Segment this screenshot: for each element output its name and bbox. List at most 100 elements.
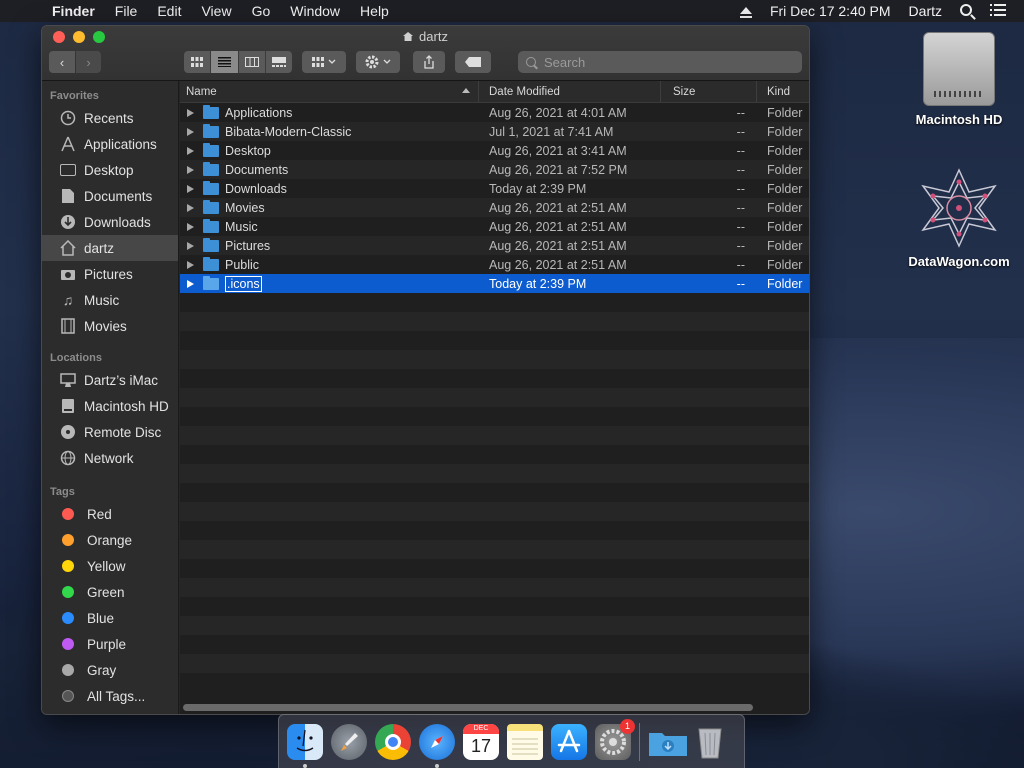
sidebar-item-downloads[interactable]: Downloads xyxy=(42,209,178,235)
back-button[interactable]: ‹ xyxy=(49,51,75,73)
table-row[interactable]: Pictures Aug 26, 2021 at 2:51 AM -- Folder xyxy=(180,236,809,255)
cell-date-modified: Aug 26, 2021 at 2:51 AM xyxy=(489,257,627,272)
sidebar-item-music[interactable]: ♫ Music xyxy=(42,287,178,313)
menu-edit[interactable]: Edit xyxy=(157,3,181,19)
dock-downloads-stack-icon[interactable] xyxy=(648,724,687,760)
running-indicator xyxy=(303,763,307,768)
dock-trash-icon[interactable] xyxy=(692,724,728,760)
menu-file[interactable]: File xyxy=(115,3,138,19)
share-button[interactable] xyxy=(413,51,445,73)
table-row[interactable]: Desktop Aug 26, 2021 at 3:41 AM -- Folder xyxy=(180,141,809,160)
tag-color-dot-icon xyxy=(62,638,74,650)
disclosure-triangle-icon[interactable] xyxy=(187,203,194,212)
disclosure-triangle-icon[interactable] xyxy=(187,108,194,117)
column-header-size[interactable]: Size xyxy=(661,81,757,102)
sidebar-item-applications[interactable]: Applications xyxy=(42,131,178,157)
sidebar-tag-yellow[interactable]: Yellow xyxy=(42,553,178,579)
disclosure-triangle-icon[interactable] xyxy=(187,127,194,136)
column-header-kind[interactable]: Kind xyxy=(757,81,809,102)
table-row[interactable]: Music Aug 26, 2021 at 2:51 AM -- Folder xyxy=(180,217,809,236)
list-icon xyxy=(217,57,231,67)
menu-clock[interactable]: Fri Dec 17 2:40 PM xyxy=(770,3,891,19)
empty-row xyxy=(180,388,809,407)
sidebar-item-imac[interactable]: Dartz’s iMac xyxy=(42,367,178,393)
disclosure-triangle-icon[interactable] xyxy=(187,222,194,231)
dock-finder-icon[interactable] xyxy=(287,723,323,768)
dock-calendar-icon[interactable]: DEC 17 xyxy=(463,723,499,760)
sidebar-item-pictures[interactable]: Pictures xyxy=(42,261,178,287)
gallery-view-button[interactable] xyxy=(266,51,292,73)
sidebar-tag-blue[interactable]: Blue xyxy=(42,605,178,631)
group-by-button[interactable] xyxy=(302,51,346,73)
column-header-name[interactable]: Name xyxy=(180,81,479,102)
sidebar-item-desktop[interactable]: Desktop xyxy=(42,157,178,183)
cell-kind: Folder xyxy=(767,238,803,253)
disclosure-triangle-icon[interactable] xyxy=(187,260,194,269)
cell-name: Public xyxy=(180,256,479,272)
folder-icon xyxy=(203,275,219,290)
menu-help[interactable]: Help xyxy=(360,3,389,19)
table-row[interactable]: Downloads Today at 2:39 PM -- Folder xyxy=(180,179,809,198)
sidebar-item-dartz[interactable]: dartz xyxy=(42,235,178,261)
search-input[interactable] xyxy=(544,54,784,70)
folder-icon xyxy=(203,104,219,119)
sidebar-tag-alltags[interactable]: All Tags... xyxy=(42,683,178,709)
desktop-icon xyxy=(59,162,77,178)
control-center-icon[interactable] xyxy=(990,3,1006,19)
dock-system-preferences-icon[interactable]: 1 xyxy=(595,718,635,760)
tag-button[interactable] xyxy=(455,51,491,73)
column-header-date[interactable]: Date Modified xyxy=(479,81,661,102)
sidebar-item-recents[interactable]: Recents xyxy=(42,105,178,131)
horizontal-scrollbar[interactable] xyxy=(183,704,753,711)
table-row[interactable]: Documents Aug 26, 2021 at 7:52 PM -- Folder xyxy=(180,160,809,179)
sidebar-item-label: Documents xyxy=(84,188,153,204)
spotlight-icon[interactable] xyxy=(960,3,972,19)
sidebar-item-network[interactable]: Network xyxy=(42,445,178,471)
table-row[interactable]: .icons Today at 2:39 PM -- Folder xyxy=(180,274,809,293)
table-row[interactable]: Movies Aug 26, 2021 at 2:51 AM -- Folder xyxy=(180,198,809,217)
film-icon xyxy=(59,318,77,334)
search-field[interactable] xyxy=(518,51,802,73)
menu-go[interactable]: Go xyxy=(252,3,271,19)
disclosure-triangle-icon[interactable] xyxy=(187,184,194,193)
desktop-icon-datawagon[interactable]: DataWagon.com xyxy=(904,168,1014,269)
sidebar-item-remote-disc[interactable]: Remote Disc xyxy=(42,419,178,445)
list-view-button[interactable] xyxy=(211,51,239,73)
desktop-icon-macintosh-hd[interactable]: Macintosh HD xyxy=(904,32,1014,127)
cell-size: -- xyxy=(736,162,745,177)
sidebar-item-macintosh-hd[interactable]: Macintosh HD xyxy=(42,393,178,419)
sidebar-item-movies[interactable]: Movies xyxy=(42,313,178,339)
dock-launchpad-icon[interactable] xyxy=(331,723,367,760)
disclosure-triangle-icon[interactable] xyxy=(187,279,194,288)
sidebar-item-documents[interactable]: Documents xyxy=(42,183,178,209)
sidebar-tag-orange[interactable]: Orange xyxy=(42,527,178,553)
disclosure-triangle-icon[interactable] xyxy=(187,241,194,250)
cell-date-modified: Aug 26, 2021 at 7:52 PM xyxy=(489,162,628,177)
table-row[interactable]: Public Aug 26, 2021 at 2:51 AM -- Folder xyxy=(180,255,809,274)
rename-field[interactable]: .icons xyxy=(225,275,262,292)
dock-safari-icon[interactable] xyxy=(419,723,455,768)
disclosure-triangle-icon[interactable] xyxy=(187,165,194,174)
dock-notes-icon[interactable] xyxy=(507,723,543,760)
sidebar-item-label: Recents xyxy=(84,110,134,126)
forward-button[interactable]: › xyxy=(76,51,101,73)
column-view-button[interactable] xyxy=(239,51,266,73)
sidebar-tag-gray[interactable]: Gray xyxy=(42,657,178,683)
sidebar-item-label: Downloads xyxy=(84,214,151,230)
sidebar-tag-green[interactable]: Green xyxy=(42,579,178,605)
menu-window[interactable]: Window xyxy=(290,3,340,19)
table-row[interactable]: Applications Aug 26, 2021 at 4:01 AM -- Fol… xyxy=(180,103,809,122)
sidebar-tag-red[interactable]: Red xyxy=(42,501,178,527)
menu-finder[interactable]: Finder xyxy=(52,3,95,19)
eject-icon[interactable] xyxy=(739,3,752,19)
menu-view[interactable]: View xyxy=(201,3,231,19)
action-gear-button[interactable] xyxy=(356,51,400,73)
dock-app-store-icon[interactable] xyxy=(551,723,587,760)
icon-view-button[interactable] xyxy=(184,51,212,73)
table-row[interactable]: Bibata-Modern-Classic Jul 1, 2021 at 7:41… xyxy=(180,122,809,141)
disclosure-triangle-icon[interactable] xyxy=(187,146,194,155)
sidebar-tag-purple[interactable]: Purple xyxy=(42,631,178,657)
sidebar-item-label: Remote Disc xyxy=(84,424,162,440)
dock-chrome-icon[interactable] xyxy=(375,723,411,760)
menu-user[interactable]: Dartz xyxy=(909,3,942,19)
